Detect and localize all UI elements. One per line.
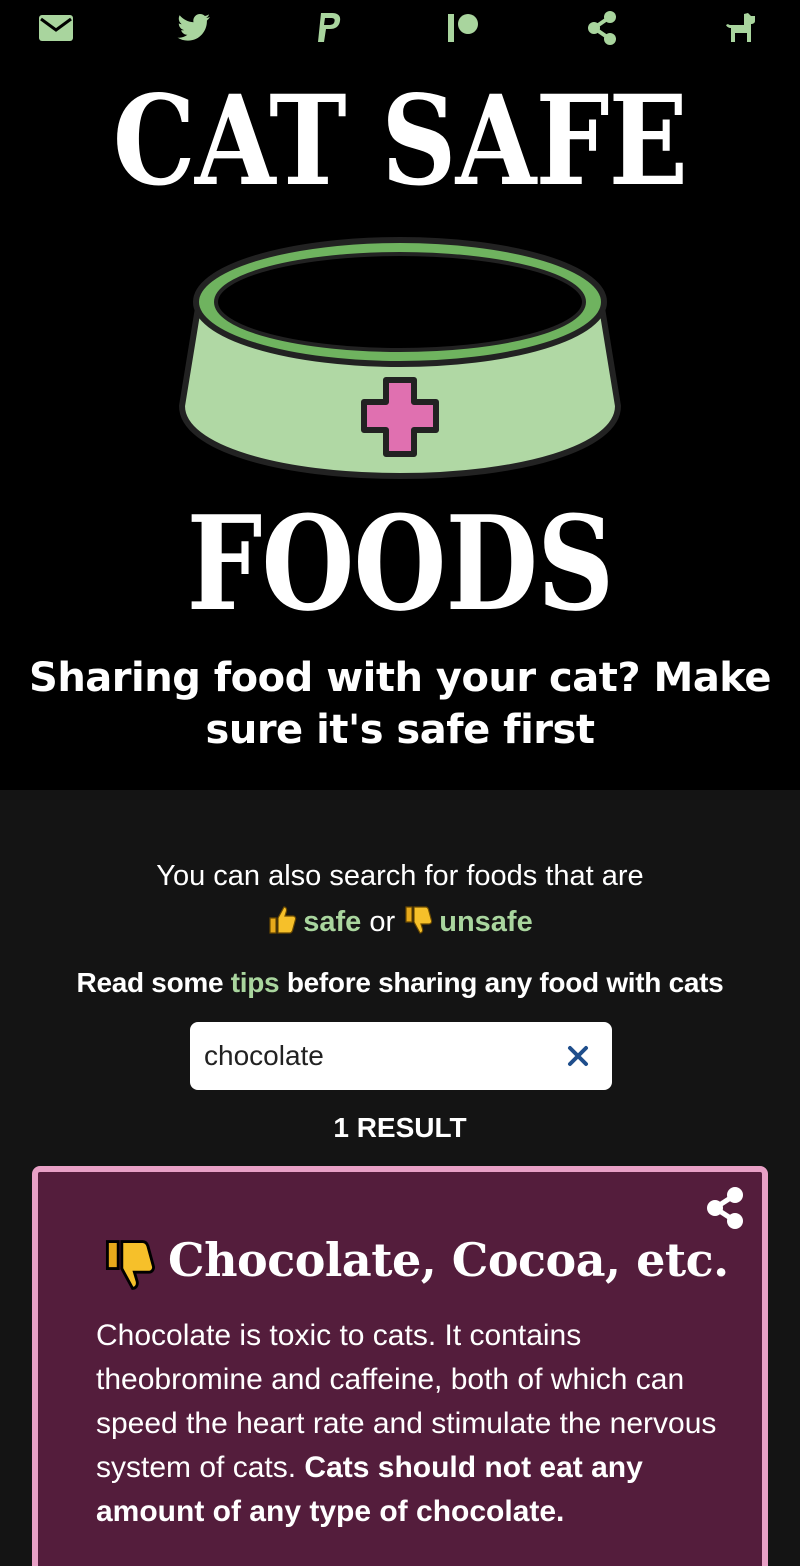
dog-icon[interactable] bbox=[722, 10, 758, 46]
tagline: Sharing food with your cat? Make sure it… bbox=[29, 655, 771, 753]
result-description: Chocolate is toxic to cats. It contains … bbox=[96, 1314, 736, 1534]
search-intro-text: You can also search for foods that are bbox=[156, 860, 644, 892]
paypal-icon[interactable] bbox=[312, 10, 348, 46]
thumbs-up-icon bbox=[267, 905, 297, 946]
site-title-line2: FOODS bbox=[186, 487, 615, 640]
result-count: 1 RESULT bbox=[333, 1112, 467, 1143]
top-nav-bar bbox=[0, 0, 800, 58]
tips-before-text: Read some bbox=[76, 967, 224, 998]
search-box bbox=[190, 1022, 612, 1090]
or-text: or bbox=[369, 906, 396, 938]
main-content: You can also search for foods that are s… bbox=[0, 790, 800, 1566]
envelope-icon[interactable] bbox=[38, 10, 74, 46]
tips-line: Read some tips before sharing any food w… bbox=[0, 964, 800, 1002]
site-title-line1: CAT SAFE bbox=[112, 69, 688, 214]
tips-link[interactable]: tips bbox=[231, 967, 280, 998]
safe-unsafe-links: safe or unsafe bbox=[0, 902, 800, 946]
twitter-icon[interactable] bbox=[176, 10, 212, 46]
hero-section: CAT SAFE FOODS Sharing food with your ca… bbox=[0, 58, 800, 790]
tips-after-text: before sharing any food with cats bbox=[286, 967, 724, 998]
food-bowl-logo-icon bbox=[178, 237, 622, 480]
safe-foods-link[interactable]: safe bbox=[303, 906, 361, 938]
thumbs-down-icon bbox=[105, 1240, 155, 1290]
share-icon[interactable] bbox=[706, 1186, 744, 1230]
close-icon[interactable] bbox=[566, 1044, 590, 1068]
patreon-icon[interactable] bbox=[446, 10, 482, 46]
unsafe-foods-link[interactable]: unsafe bbox=[439, 906, 532, 938]
result-card: Chocolate, Cocoa, etc. Chocolate is toxi… bbox=[32, 1166, 768, 1566]
thumbs-down-icon bbox=[403, 905, 433, 946]
share-icon[interactable] bbox=[584, 10, 620, 46]
result-title: Chocolate, Cocoa, etc. bbox=[168, 1233, 729, 1287]
search-input[interactable] bbox=[204, 1032, 544, 1080]
